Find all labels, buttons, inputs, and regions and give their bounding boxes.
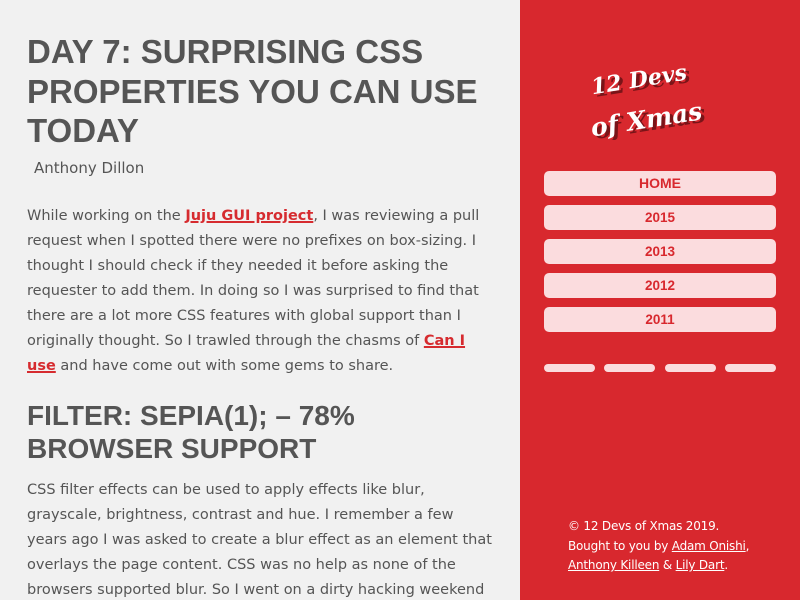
year-nav: HOME 2015 2013 2012 2011 — [544, 171, 776, 341]
nav-item-2012[interactable]: 2012 — [544, 273, 776, 298]
intro-text: and have come out with some gems to shar… — [55, 358, 394, 374]
section-heading-filter: filter: sepia(1); – 78% browser support — [27, 400, 355, 464]
author-byline: Anthony Dillon — [34, 159, 145, 177]
intro-paragraph: While working on the Juju GUI project, I… — [27, 204, 495, 379]
site-logo[interactable]: 12 Devs 12 Devs of Xmas of Xmas — [584, 40, 744, 140]
article-column: Day 7: Surprising CSS properties you can… — [0, 0, 520, 600]
decorative-bars — [544, 364, 776, 372]
nav-item-2011[interactable]: 2011 — [544, 307, 776, 332]
credits-text: Bought to you by — [568, 538, 672, 553]
copyright-text: © 12 Devs of Xmas 2019. — [568, 519, 720, 533]
credits-end: . — [724, 558, 728, 572]
intro-text: While working on the — [27, 208, 186, 224]
decorative-bar — [544, 364, 595, 372]
author-link-adam-onishi[interactable]: Adam Onishi — [672, 539, 746, 553]
decorative-bar — [604, 364, 656, 372]
sidebar: 12 Devs 12 Devs of Xmas of Xmas HOME 201… — [520, 0, 800, 600]
decorative-bar — [664, 364, 716, 372]
credits-separator: & — [659, 558, 676, 572]
logo-text-line-2: of Xmas — [589, 96, 704, 140]
juju-gui-link[interactable]: Juju GUI project — [185, 208, 313, 224]
nav-item-2015[interactable]: 2015 — [544, 205, 776, 230]
author-link-lily-dart[interactable]: Lily Dart — [676, 558, 725, 572]
page-title: Day 7: Surprising CSS properties you can… — [27, 33, 478, 149]
intro-text: , I was reviewing a pull request when I … — [27, 208, 480, 349]
credits-separator: , — [745, 538, 750, 553]
author-link-anthony-killeen[interactable]: Anthony Killeen — [568, 558, 659, 572]
filter-paragraph: CSS filter effects can be used to apply … — [27, 482, 492, 598]
decorative-bar — [724, 364, 776, 372]
site-footer: © 12 Devs of Xmas 2019. Bought to you by … — [568, 517, 798, 576]
nav-item-2013[interactable]: 2013 — [544, 239, 776, 264]
nav-item-home[interactable]: HOME — [544, 171, 776, 196]
